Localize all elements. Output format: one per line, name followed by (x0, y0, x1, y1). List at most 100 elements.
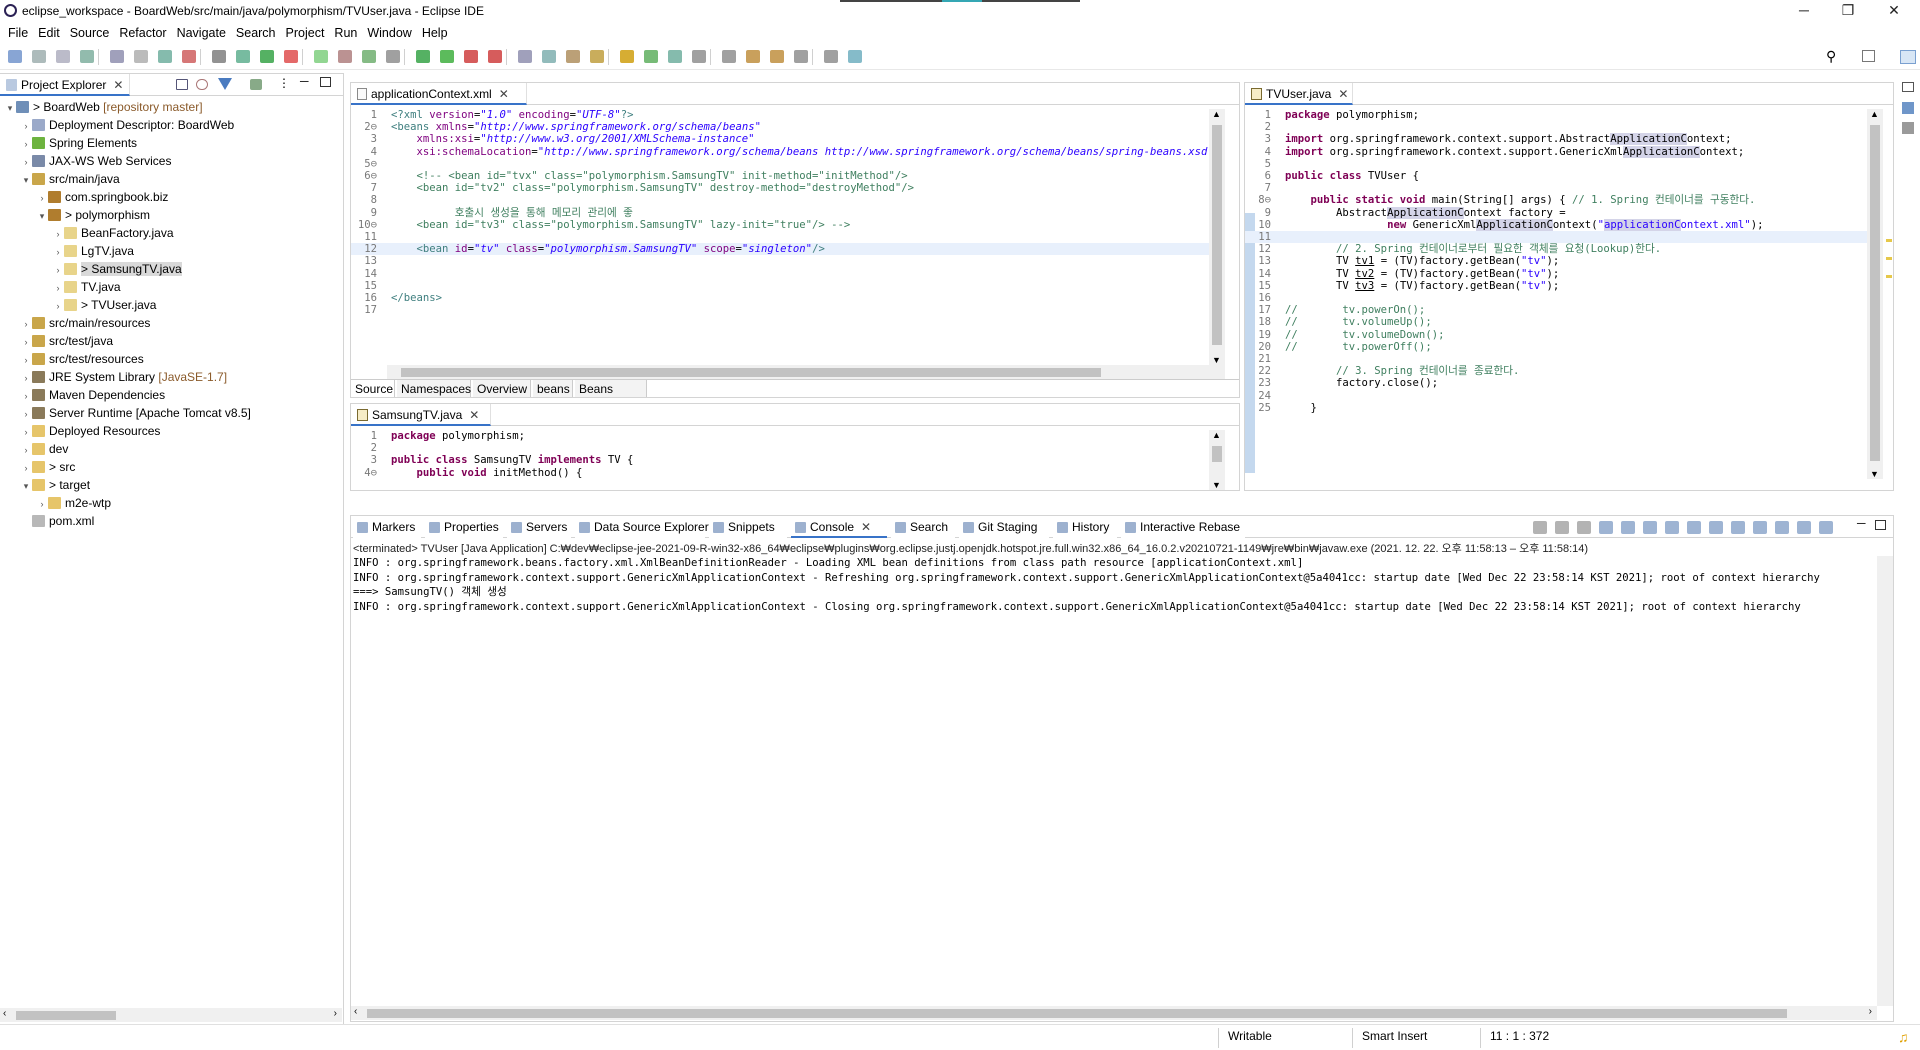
console-toolbar-icon[interactable] (1643, 521, 1657, 534)
code-line[interactable]: 1 package polymorphism; (1245, 109, 1867, 121)
code-line[interactable]: 18 // tv.volumeUp(); (1245, 316, 1867, 328)
console-h-scrollbar[interactable]: ‹ › (351, 1006, 1877, 1020)
toolbar-icon[interactable] (488, 50, 502, 63)
code-line[interactable]: 22 // 3. Spring 컨테이너를 종료한다. (1245, 365, 1867, 377)
toolbar-icon[interactable] (566, 50, 580, 63)
warning-marker[interactable] (1886, 275, 1892, 278)
code-line[interactable]: 11 (1245, 231, 1867, 244)
tree-item[interactable]: pom.xml (0, 512, 94, 530)
tree-item[interactable]: ▾ > target (0, 476, 90, 494)
menu-project[interactable]: Project (281, 22, 330, 44)
xml-h-scrollbar[interactable] (387, 365, 1225, 379)
twisty-icon[interactable]: › (20, 135, 32, 153)
xml-v-thumb[interactable] (1212, 125, 1222, 345)
code-line[interactable]: 3 public class SamsungTV implements TV { (351, 454, 1209, 466)
tab-search[interactable]: Search (891, 516, 955, 538)
code-line[interactable]: 20 // tv.powerOff(); (1245, 341, 1867, 353)
toolbar-icon[interactable] (770, 50, 784, 63)
console-toolbar-icon[interactable] (1775, 521, 1789, 534)
tree-item[interactable]: › JRE System Library [JavaSE-1.7] (0, 368, 228, 387)
tree-item[interactable]: › Spring Elements (0, 134, 138, 153)
tree-item[interactable]: ▾ src/main/java (0, 170, 120, 188)
twisty-icon[interactable]: › (20, 153, 32, 171)
tvuser-code-area[interactable]: 1 package polymorphism; 2 3 import org.sprin… (1245, 107, 1867, 477)
code-line[interactable]: 21 (1245, 353, 1867, 365)
maximize-view-icon[interactable] (320, 77, 331, 87)
toolbar-icon[interactable] (692, 50, 706, 63)
twisty-icon[interactable]: › (20, 369, 32, 387)
tree-item[interactable]: › src/test/resources (0, 350, 144, 368)
code-line[interactable]: 3 import org.springframework.context.supp… (1245, 133, 1867, 146)
toolbar-icon[interactable] (338, 50, 352, 63)
toolbar-icon[interactable] (212, 50, 226, 63)
toolbar-icon[interactable] (8, 50, 22, 63)
toolbar-icon[interactable] (542, 50, 556, 63)
tree-item[interactable]: › Server Runtime [Apache Tomcat v8.5] (0, 404, 251, 422)
code-line[interactable]: 8⊖ public static void main(String[] args… (1245, 194, 1867, 206)
code-line[interactable]: 2 (351, 442, 1209, 454)
close-icon[interactable]: ✕ (1338, 87, 1348, 101)
scroll-down-icon[interactable]: ▼ (1212, 480, 1221, 490)
code-line[interactable]: 5 (1245, 158, 1867, 170)
code-line[interactable]: 10⊖ <bean id="tv3" class="polymorphism.S… (351, 219, 1209, 231)
toolbar-icon[interactable] (722, 50, 736, 63)
warning-marker[interactable] (1886, 239, 1892, 242)
twisty-icon[interactable]: › (52, 225, 64, 243)
code-line[interactable]: 1 package polymorphism; (351, 430, 1209, 442)
tvuser-v-scrollbar[interactable]: ▲ ▼ (1867, 109, 1883, 479)
samsungtv-v-scrollbar[interactable]: ▲ ▼ (1209, 430, 1225, 490)
code-line[interactable]: 1 <?xml version="1.0" encoding="UTF-8"?> (351, 109, 1209, 121)
twisty-icon[interactable]: › (52, 279, 64, 297)
xml-code-area[interactable]: 1 <?xml version="1.0" encoding="UTF-8"?> 2… (351, 107, 1209, 365)
toolbar-icon[interactable] (284, 50, 298, 63)
console-toolbar-icon[interactable] (1687, 521, 1701, 534)
console-v-scrollbar[interactable] (1877, 556, 1893, 1006)
toolbar-icon[interactable] (56, 50, 70, 63)
code-line[interactable]: 14 TV tv2 = (TV)factory.getBean("tv"); (1245, 268, 1867, 280)
code-line[interactable]: 12 <bean id="tv" class="polymorphism.Sam… (351, 243, 1209, 256)
twisty-icon[interactable]: › (20, 333, 32, 351)
code-line[interactable]: 7 (1245, 182, 1867, 194)
code-line[interactable]: 5⊖ (351, 158, 1209, 170)
toolbar-icon[interactable] (110, 50, 124, 63)
explorer-h-thumb[interactable] (16, 1011, 116, 1020)
console-toolbar-icon[interactable] (1731, 521, 1745, 534)
toolbar-icon[interactable] (386, 50, 400, 63)
console-toolbar-icon[interactable] (1665, 521, 1679, 534)
code-line[interactable]: 9 AbstractApplicationContext factory = (1245, 206, 1867, 219)
focus-icon[interactable] (250, 79, 262, 90)
code-line[interactable]: 2 (1245, 121, 1867, 133)
close-icon[interactable]: ✕ (499, 87, 509, 101)
twisty-icon[interactable]: ▾ (36, 207, 48, 225)
console-toolbar-icon[interactable] (1533, 521, 1547, 534)
menu-edit[interactable]: Edit (33, 22, 65, 44)
code-line[interactable]: 13 TV tv1 = (TV)factory.getBean("tv"); (1245, 255, 1867, 267)
toolbar-icon[interactable] (362, 50, 376, 63)
code-line[interactable]: 8 (351, 194, 1209, 206)
toolbar-icon[interactable] (590, 50, 604, 63)
code-line[interactable]: 25 } (1245, 402, 1867, 414)
console-toolbar-icon[interactable] (1599, 521, 1613, 534)
minimize-view-icon[interactable]: ─ (1857, 516, 1866, 530)
menu-search[interactable]: Search (231, 22, 281, 44)
tree-item[interactable]: ▾ > BoardWeb [repository master] (0, 98, 203, 116)
twisty-icon[interactable]: ▾ (20, 477, 32, 495)
tab-properties[interactable]: Properties (425, 516, 503, 538)
notification-bell-icon[interactable]: ♫ (1898, 1029, 1909, 1045)
code-line[interactable]: 23 factory.close(); (1245, 377, 1867, 389)
toolbar-icon[interactable] (440, 50, 454, 63)
filter-icon[interactable] (218, 78, 232, 90)
toolbar-icon[interactable] (260, 50, 274, 63)
tree-item[interactable]: › JAX-WS Web Services (0, 152, 172, 171)
outline-icon[interactable] (1902, 102, 1914, 114)
code-line[interactable]: 19 // tv.volumeDown(); (1245, 329, 1867, 341)
twisty-icon[interactable]: › (20, 423, 32, 441)
code-line[interactable]: 4⊖ public void initMethod() { (351, 467, 1209, 479)
tree-item[interactable]: › m2e-wtp (0, 494, 112, 512)
close-button[interactable]: ✕ (1874, 0, 1914, 22)
tab-markers[interactable]: Markers (353, 516, 421, 538)
toolbar-icon[interactable] (158, 50, 172, 63)
xml-v-scrollbar[interactable]: ▲ ▼ (1209, 109, 1225, 365)
tree-item[interactable]: › LgTV.java (0, 242, 134, 260)
menu-window[interactable]: Window (362, 22, 416, 44)
